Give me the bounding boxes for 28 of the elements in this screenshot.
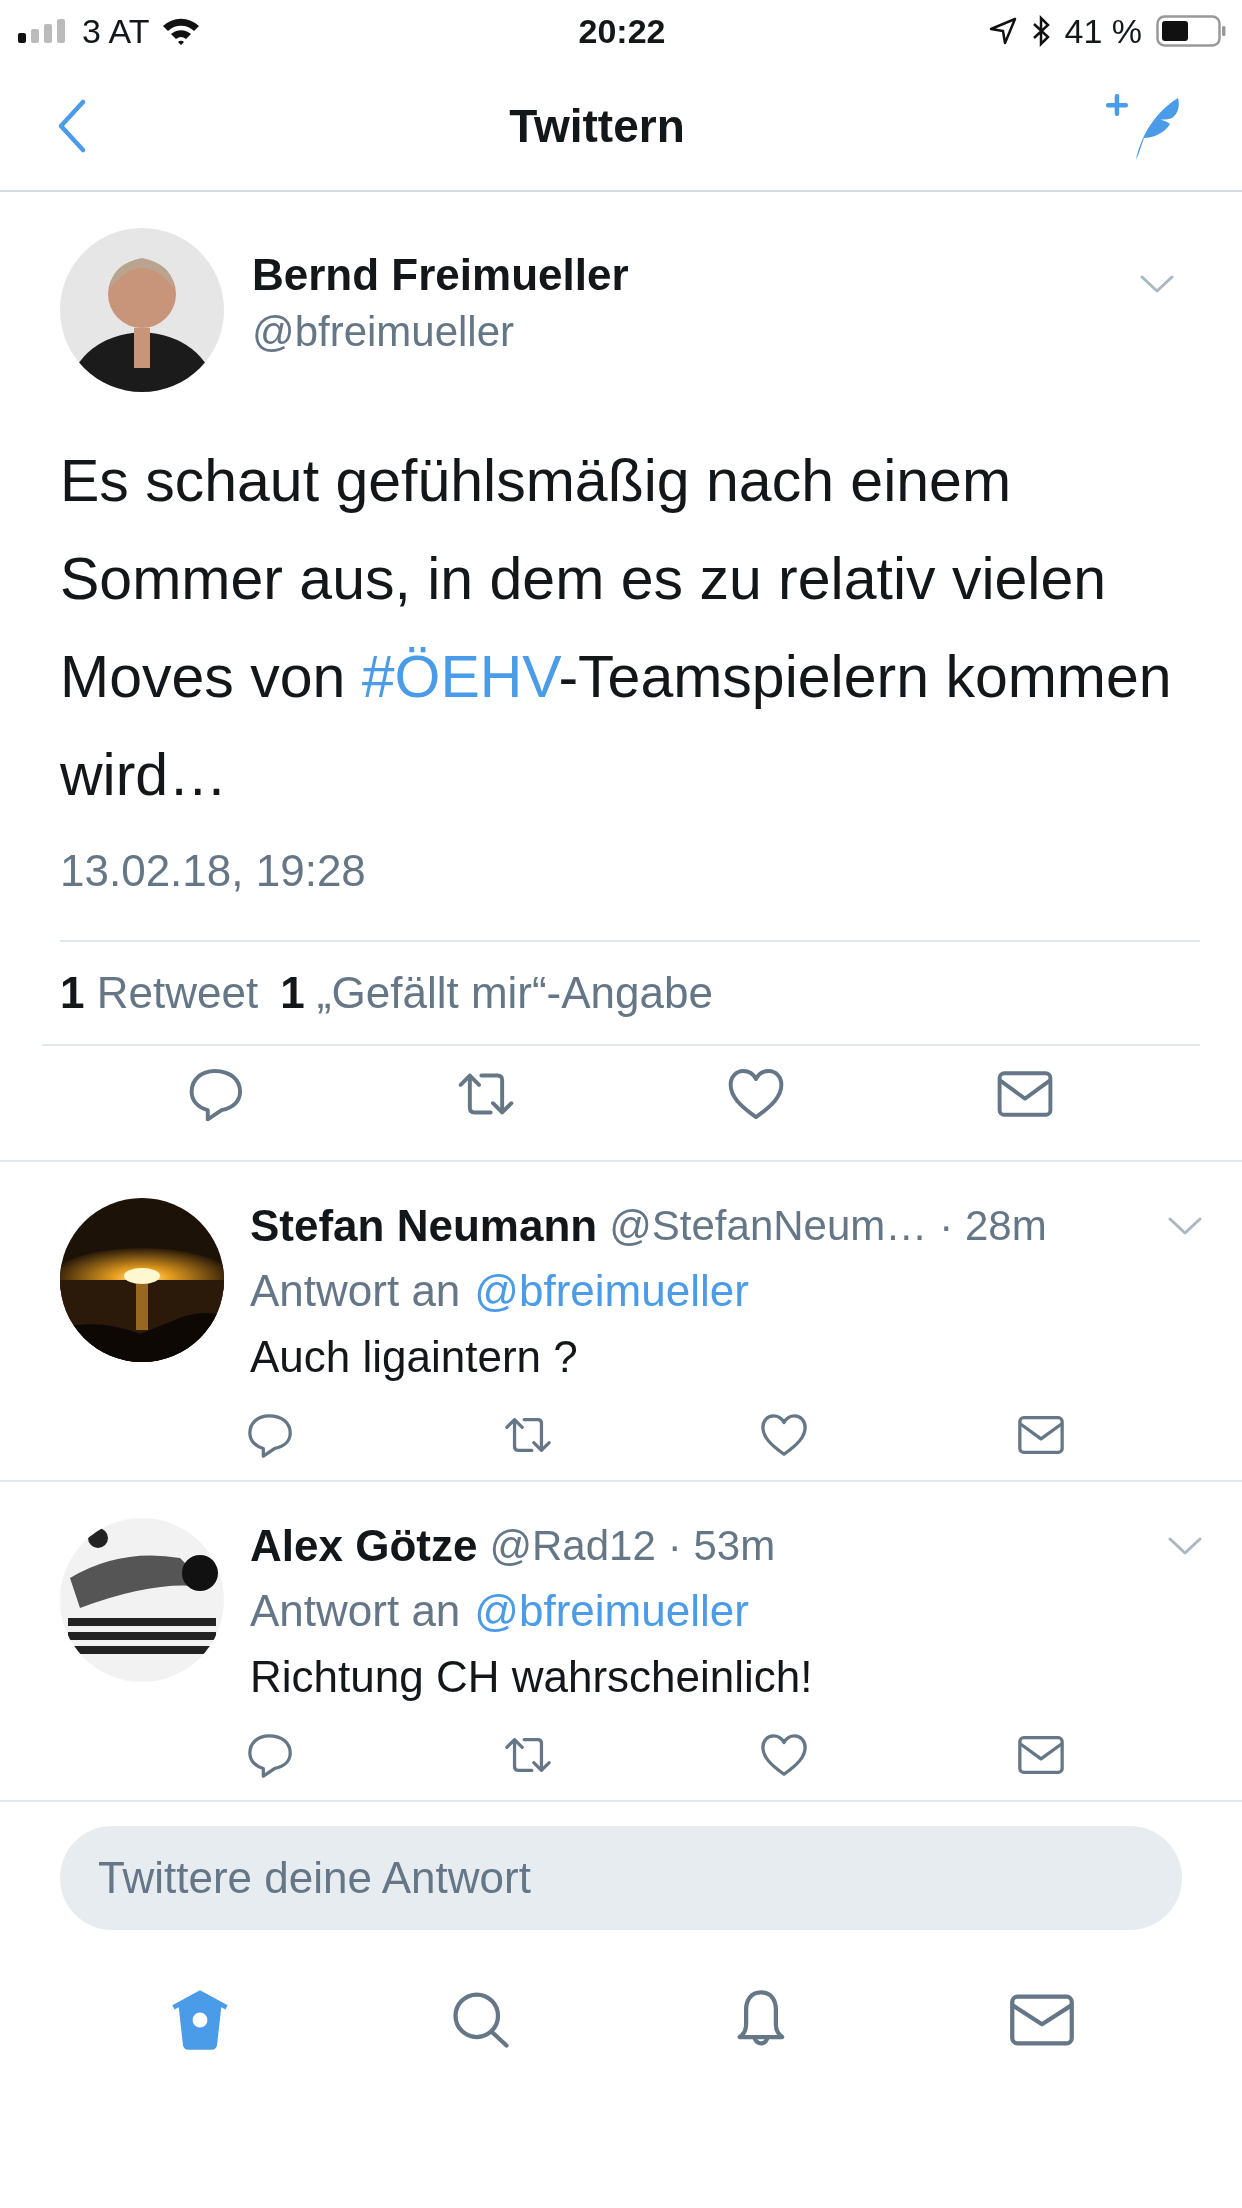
like-count[interactable]: 1 „Gefällt mir“-Angabe [280, 968, 713, 1018]
reply-to-label: Antwort an [250, 1586, 461, 1636]
battery-icon [1156, 15, 1226, 47]
carrier-name: 3 AT [82, 11, 150, 51]
location-arrow-icon [988, 17, 1017, 45]
reply-time: · 28m [939, 1202, 1047, 1250]
reply-author-name: Alex Götze [250, 1521, 478, 1571]
back-icon[interactable] [56, 98, 88, 154]
reply-author-name: Stefan Neumann [250, 1201, 598, 1251]
reply-author-handle: @Rad12 [489, 1522, 656, 1570]
reply-to-label: Antwort an [250, 1266, 461, 1316]
reply-text: Auch ligaintern ? [250, 1332, 579, 1382]
retweet-count[interactable]: 1 Retweet [60, 968, 259, 1018]
battery-percent: 41 % [1064, 11, 1142, 51]
reply-text: Richtung CH wahrscheinlich! [250, 1652, 814, 1702]
author-handle: @bfreimueller [252, 308, 516, 356]
mention-link[interactable]: @bfreimueller [474, 1266, 749, 1316]
reply-time: · 53m [667, 1522, 776, 1570]
reply-input-field[interactable]: Twittere deine Antwort [60, 1826, 1182, 1930]
mention-link[interactable]: @bfreimueller [474, 1586, 749, 1636]
author-name: Bernd Freimueller [252, 250, 630, 300]
wifi-icon [161, 16, 202, 46]
tweet-text: Es schaut gefühlsmäßig nach einem Sommer aus, in dem es zu relativ vielen Moves von #ÖEHV-Teamspielern kommen wird… [60, 447, 1173, 810]
reply-author-handle: @StefanNeum… [609, 1202, 928, 1250]
tweet-date: 13.02.18, 19:28 [60, 846, 1200, 942]
status-time: 20:22 [578, 11, 666, 51]
page-title: Twittern [509, 99, 685, 153]
hashtag-link[interactable]: #ÖEHV [361, 644, 559, 710]
